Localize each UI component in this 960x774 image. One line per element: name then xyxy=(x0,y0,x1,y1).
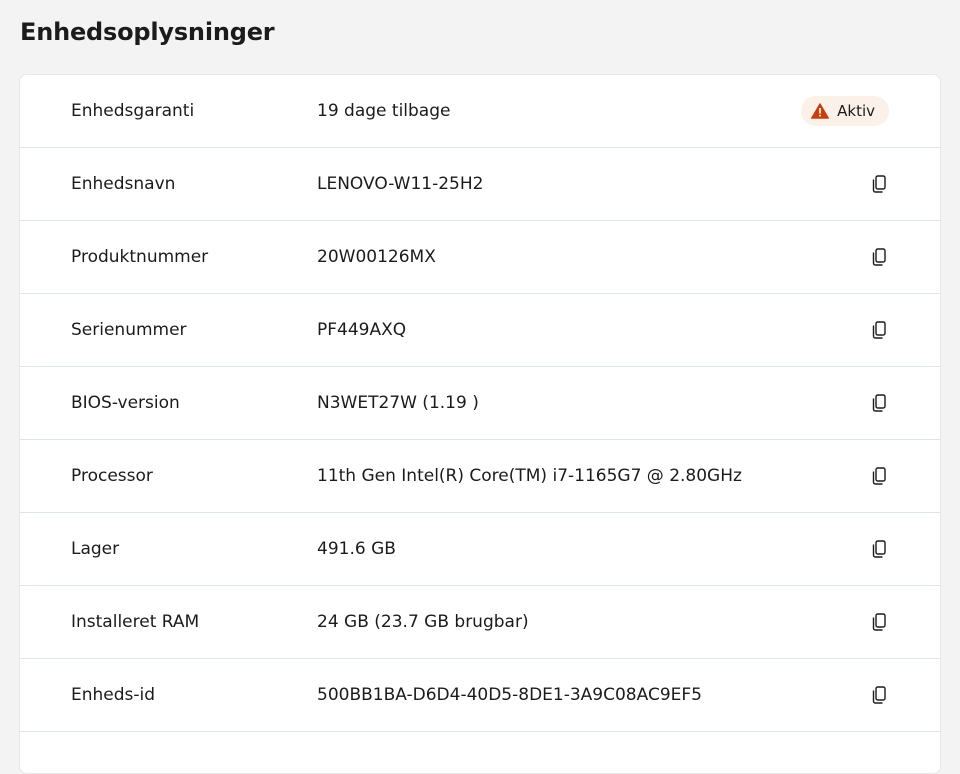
row-value: N3WET27W (1.19 ) xyxy=(317,393,479,413)
status-badge-label: Aktiv xyxy=(837,102,875,120)
copy-icon xyxy=(869,174,889,194)
row-value: 19 dage tilbage xyxy=(317,101,451,121)
row-value: PF449AXQ xyxy=(317,320,407,340)
row-label: Enheds-id xyxy=(71,685,156,705)
copy-button[interactable] xyxy=(867,464,891,488)
row-label: BIOS-version xyxy=(71,393,180,413)
copy-button[interactable] xyxy=(867,537,891,561)
info-row-bios-version: BIOS-version N3WET27W (1.19 ) xyxy=(20,367,940,440)
copy-button[interactable] xyxy=(867,245,891,269)
status-badge: Aktiv xyxy=(801,96,889,126)
row-label: Produktnummer xyxy=(71,247,209,267)
row-label: Processor xyxy=(71,466,153,486)
copy-icon xyxy=(869,539,889,559)
copy-icon xyxy=(869,247,889,267)
row-label: Serienummer xyxy=(71,320,187,340)
info-row-device-name: Enhedsnavn LENOVO-W11-25H2 xyxy=(20,148,940,221)
info-row-serial-number: Serienummer PF449AXQ xyxy=(20,294,940,367)
row-label: Enhedsgaranti xyxy=(71,101,195,121)
row-value: 20W00126MX xyxy=(317,247,436,267)
copy-icon xyxy=(869,320,889,340)
copy-button[interactable] xyxy=(867,610,891,634)
copy-button[interactable] xyxy=(867,172,891,196)
row-value: 11th Gen Intel(R) Core(TM) i7-1165G7 @ 2… xyxy=(317,466,742,486)
info-row-warranty: Enhedsgaranti 19 dage tilbage Aktiv xyxy=(20,75,940,148)
copy-icon xyxy=(869,612,889,632)
info-row-device-id: Enheds-id 500BB1BA-D6D4-40D5-8DE1-3A9C08… xyxy=(20,659,940,732)
info-row-installed-ram: Installeret RAM 24 GB (23.7 GB brugbar) xyxy=(20,586,940,659)
copy-button[interactable] xyxy=(867,683,891,707)
row-label: Enhedsnavn xyxy=(71,174,176,194)
row-value: 500BB1BA-D6D4-40D5-8DE1-3A9C08AC9EF5 xyxy=(317,685,702,705)
warning-icon xyxy=(811,103,830,119)
row-value: LENOVO-W11-25H2 xyxy=(317,174,484,194)
copy-button[interactable] xyxy=(867,318,891,342)
info-row-processor: Processor 11th Gen Intel(R) Core(TM) i7-… xyxy=(20,440,940,513)
page-title: Enhedsoplysninger xyxy=(20,18,275,46)
info-row-storage: Lager 491.6 GB xyxy=(20,513,940,586)
device-info-card: Enhedsgaranti 19 dage tilbage Aktiv Enhe… xyxy=(19,74,941,774)
info-row-product-number: Produktnummer 20W00126MX xyxy=(20,221,940,294)
copy-button[interactable] xyxy=(867,391,891,415)
row-label: Lager xyxy=(71,539,120,559)
row-value: 24 GB (23.7 GB brugbar) xyxy=(317,612,529,632)
copy-icon xyxy=(869,466,889,486)
row-value: 491.6 GB xyxy=(317,539,396,559)
row-label: Installeret RAM xyxy=(71,612,200,632)
copy-icon xyxy=(869,393,889,413)
copy-icon xyxy=(869,685,889,705)
